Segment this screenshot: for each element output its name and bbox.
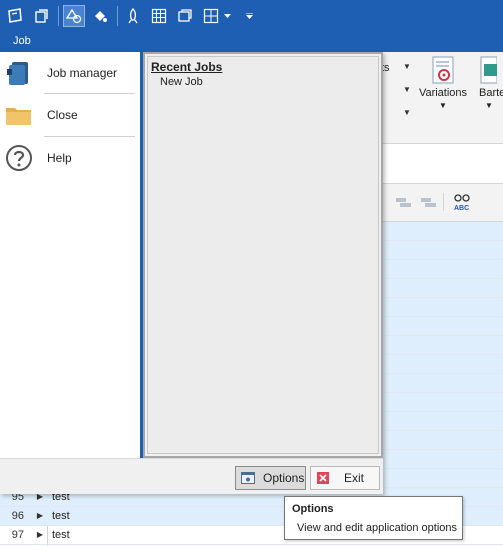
table-dropdown-icon[interactable] xyxy=(200,5,222,27)
exit-label: Exit xyxy=(344,471,365,485)
variations-button[interactable]: Variations ▼ xyxy=(415,56,471,110)
backstage-menu: Job manager Close Help Recent Jobs New J… xyxy=(0,52,383,494)
merge-left-icon[interactable] xyxy=(395,195,413,209)
backstage-footer: Options Exit xyxy=(0,458,383,494)
chevron-down-icon[interactable]: ▼ xyxy=(403,108,411,117)
barte-button[interactable]: Barte ▼ xyxy=(479,56,503,110)
toolbar-separator xyxy=(117,5,118,26)
close-icon xyxy=(316,471,330,485)
chevron-down-icon[interactable]: ▼ xyxy=(403,85,411,94)
variations-icon xyxy=(432,56,454,84)
toolbar-separator xyxy=(443,193,444,211)
spell-check-icon[interactable]: ABC xyxy=(453,193,471,211)
merge-right-icon[interactable] xyxy=(420,195,438,209)
paint-bucket-icon[interactable] xyxy=(89,5,111,27)
grid-table-icon[interactable] xyxy=(148,5,170,27)
exit-button[interactable]: Exit xyxy=(310,466,380,490)
chevron-down-icon: ▼ xyxy=(485,101,493,110)
tooltip-title: Options xyxy=(292,503,334,515)
help-icon xyxy=(6,145,32,171)
window-icon[interactable] xyxy=(174,5,196,27)
customize-dropdown-icon[interactable] xyxy=(244,5,254,27)
quick-access-toolbar xyxy=(0,0,503,31)
grid-toolbar: ABC xyxy=(383,184,503,222)
job-manager-icon xyxy=(7,62,28,85)
row-number: 96 xyxy=(11,510,24,522)
chevron-down-icon[interactable]: ▼ xyxy=(403,62,411,71)
recent-jobs-list: Recent Jobs New Job xyxy=(147,56,379,454)
options-icon xyxy=(241,471,255,485)
tooltip-description: View and edit application options xyxy=(297,522,458,534)
barte-icon xyxy=(480,56,498,84)
close-menu-item[interactable]: Close xyxy=(0,94,140,136)
save-icon[interactable] xyxy=(30,5,52,27)
job-manager-menu-item[interactable]: Job manager xyxy=(0,52,140,94)
tab-job[interactable]: Job xyxy=(13,35,31,47)
svg-text:ABC: ABC xyxy=(454,205,469,211)
backstage-nav: Job manager Close Help xyxy=(0,52,143,458)
rocket-icon[interactable] xyxy=(122,5,144,27)
chevron-down-icon[interactable] xyxy=(222,5,232,27)
application-window: Job ts ▼ ▼ ▼ Variations ▼ Barte ▼ ABC 95… xyxy=(0,0,503,546)
table-cell[interactable]: test xyxy=(52,526,70,544)
formula-bar[interactable] xyxy=(383,144,503,184)
job-manager-label: Job manager xyxy=(47,66,118,80)
options-label: Options xyxy=(263,471,305,485)
row-number: 97 xyxy=(11,529,24,541)
ribbon-tab-strip: Job xyxy=(0,31,503,52)
toolbar-separator xyxy=(58,5,59,26)
app-menu-icon[interactable] xyxy=(4,5,26,27)
barte-label: Barte xyxy=(479,87,503,99)
variations-label: Variations xyxy=(418,87,468,99)
recent-jobs-panel: Recent Jobs New Job xyxy=(143,52,383,458)
recent-jobs-title: Recent Jobs xyxy=(151,60,223,74)
chevron-down-icon: ▼ xyxy=(439,101,447,110)
row-expander-icon[interactable]: ▶ xyxy=(33,526,47,544)
shapes-icon[interactable] xyxy=(63,4,85,27)
options-tooltip: Options View and edit application option… xyxy=(284,496,463,540)
help-label: Help xyxy=(47,151,72,165)
folder-icon xyxy=(6,108,31,125)
options-button[interactable]: Options xyxy=(235,466,306,490)
close-label: Close xyxy=(47,108,78,122)
row-expander-icon[interactable]: ▶ xyxy=(33,507,47,525)
table-cell[interactable]: test xyxy=(52,507,70,525)
help-menu-item[interactable]: Help xyxy=(0,137,140,179)
recent-job-item[interactable]: New Job xyxy=(160,76,203,88)
